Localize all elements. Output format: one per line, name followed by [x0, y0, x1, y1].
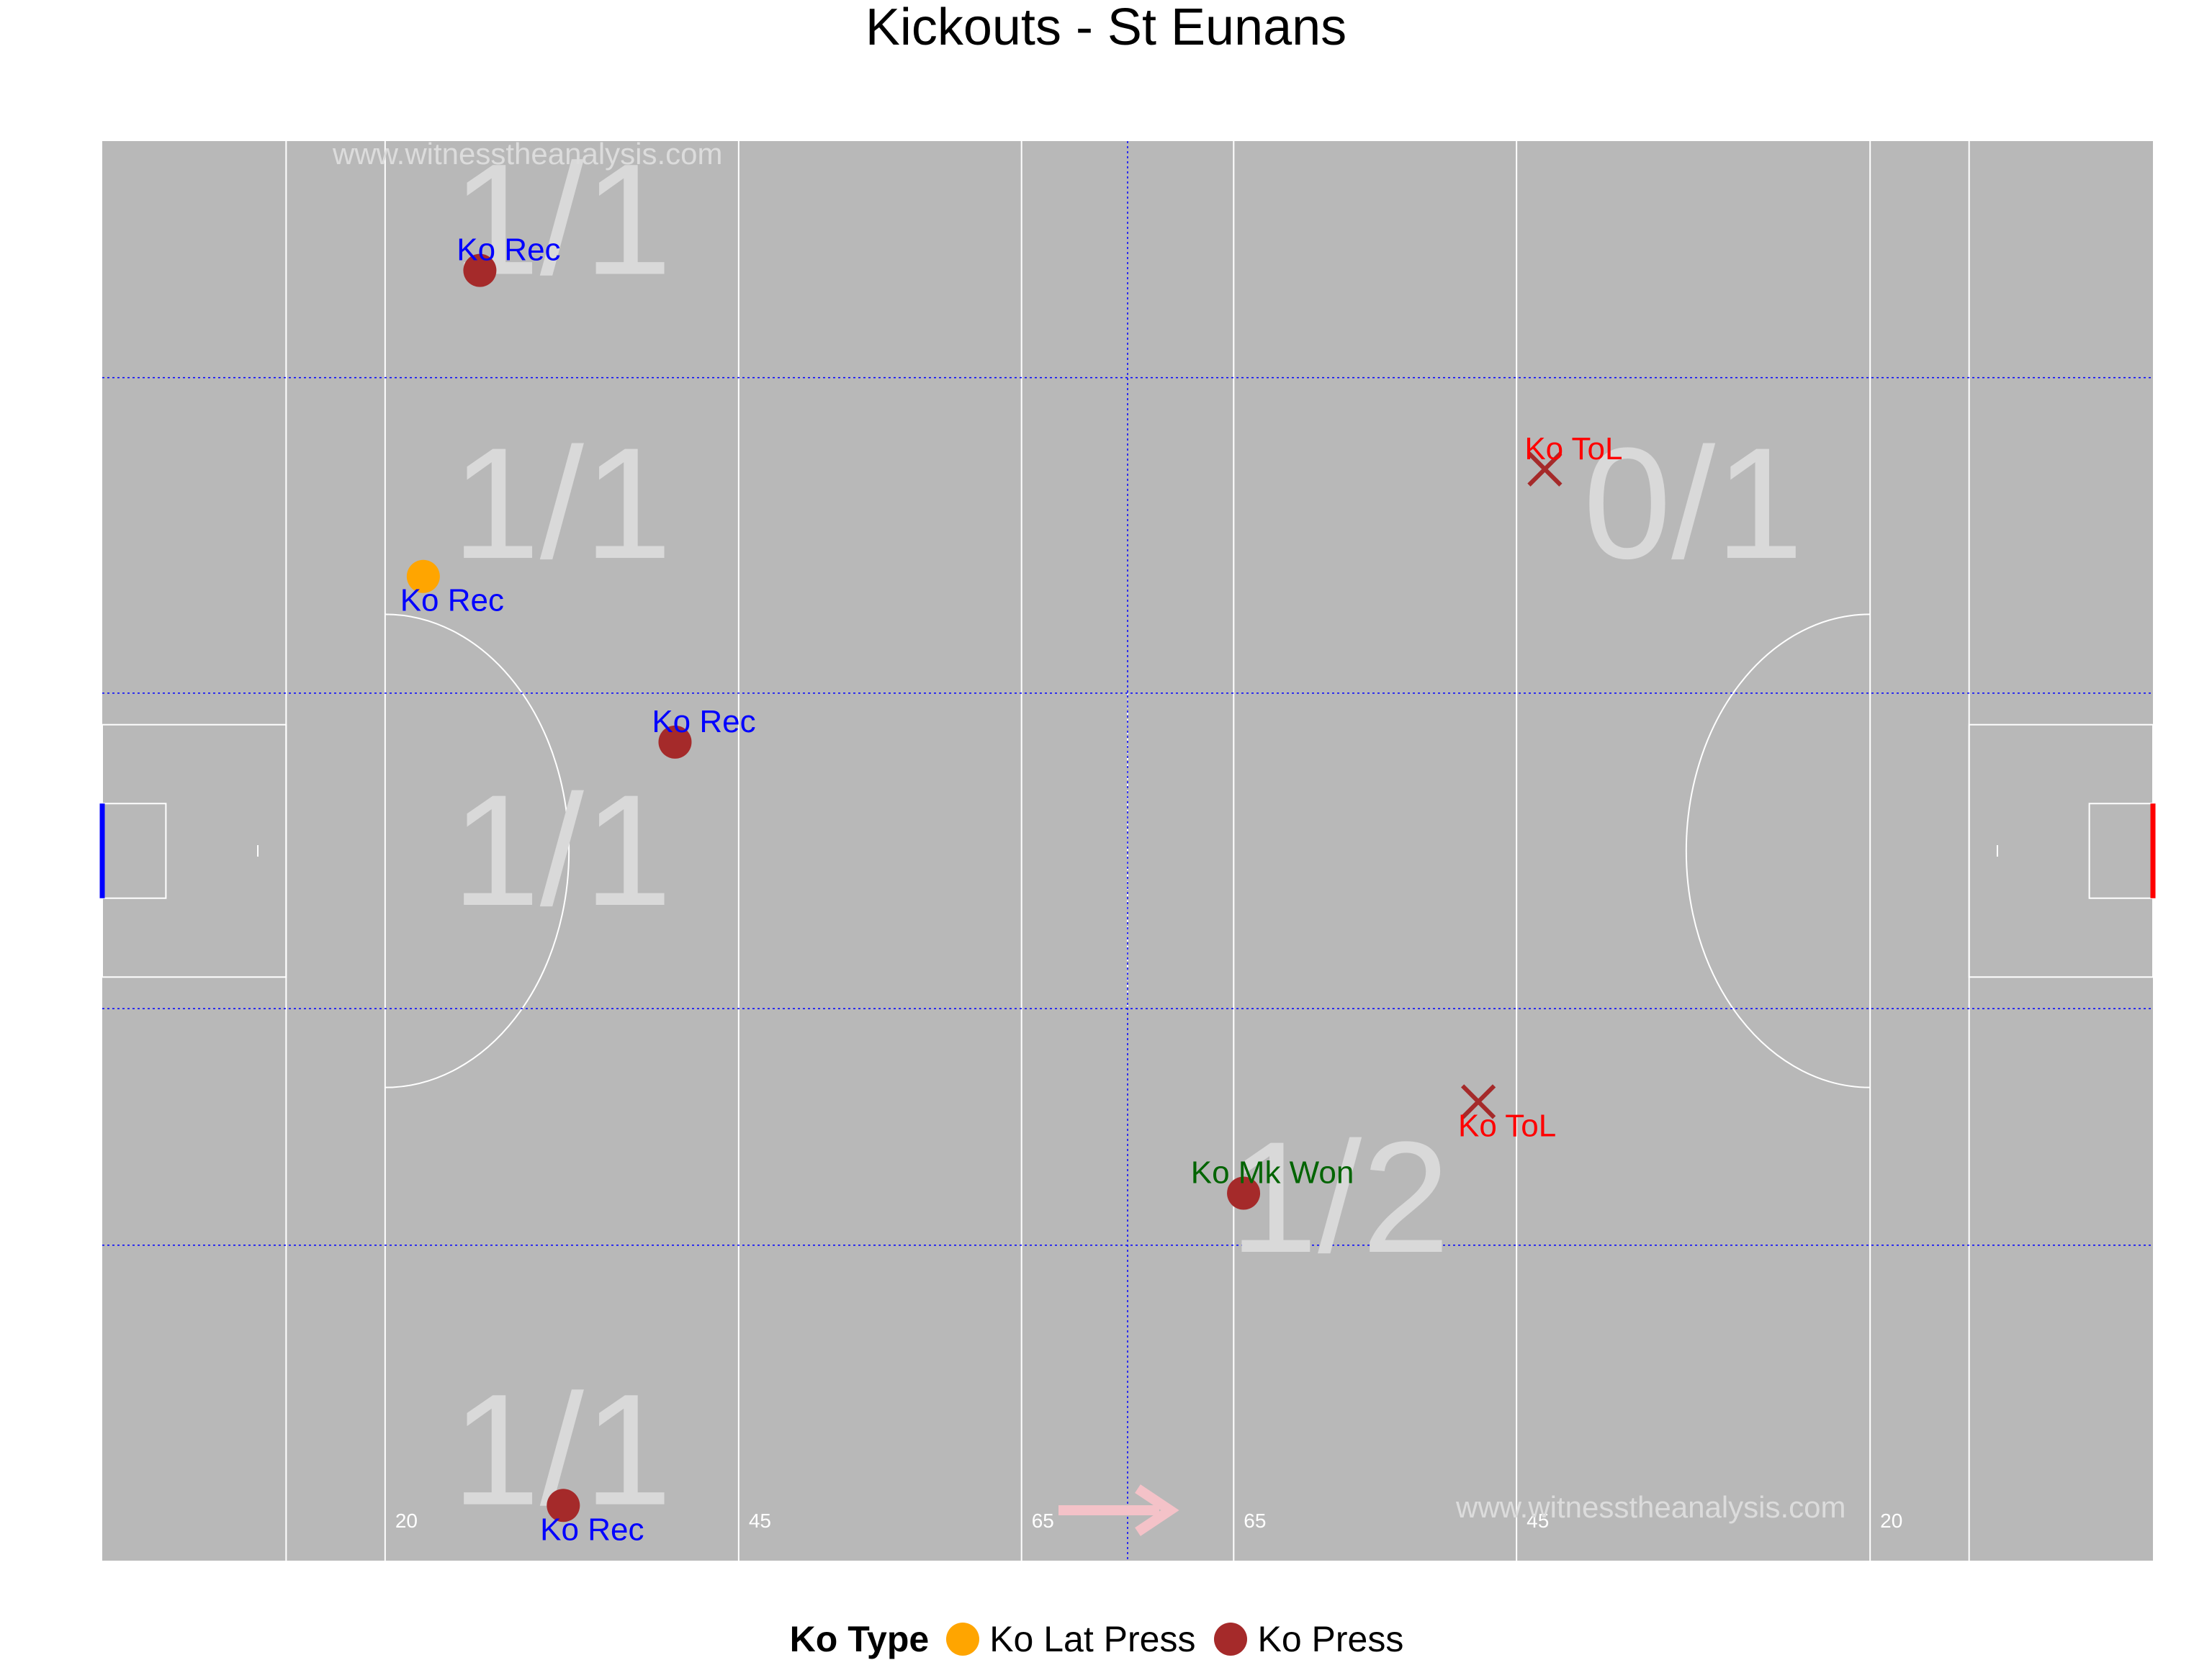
- data-label: Ko Rec: [540, 1512, 644, 1547]
- legend-swatch-ko-press: [1214, 1623, 1248, 1656]
- distance-label: 20: [395, 1510, 418, 1532]
- distance-label: 20: [1880, 1510, 1902, 1532]
- data-label: Ko Rec: [652, 704, 755, 739]
- legend-label-ko-press: Ko Press: [1257, 1619, 1404, 1659]
- distance-label: 65: [1244, 1510, 1266, 1532]
- legend-title: Ko Type: [789, 1619, 930, 1659]
- distance-label: 65: [1032, 1510, 1054, 1532]
- legend-item-ko-press: Ko Press: [1214, 1618, 1403, 1660]
- pitch-layer: 20 45 65 65 45 20: [99, 141, 2156, 1561]
- zone-label: 1/2: [1230, 1109, 1450, 1286]
- data-label: Ko Rec: [457, 233, 560, 268]
- legend-label-ko-lat-press: Ko Lat Press: [989, 1619, 1196, 1659]
- data-label: Ko ToL: [1524, 431, 1622, 466]
- zone-label: 1/1: [451, 762, 672, 939]
- legend-swatch-ko-lat-press: [946, 1623, 980, 1656]
- data-label: Ko ToL: [1458, 1108, 1556, 1143]
- data-label: Ko Mk Won: [1191, 1155, 1354, 1190]
- data-label: Ko Rec: [400, 583, 504, 618]
- pitch-chart: 20 45 65 65 45 20 1/11/11/11/10/11/2 www.witn…: [99, 131, 2156, 1561]
- watermark-text: www.witnesstheanalysis.com: [1455, 1490, 1846, 1524]
- distance-label: 45: [749, 1510, 771, 1532]
- zone-label: 1/1: [451, 415, 672, 592]
- legend-item-ko-lat-press: Ko Lat Press: [946, 1618, 1195, 1660]
- legend: Ko Type Ko Lat Press Ko Press: [0, 1618, 2212, 1660]
- watermark-text: www.witnesstheanalysis.com: [332, 137, 723, 171]
